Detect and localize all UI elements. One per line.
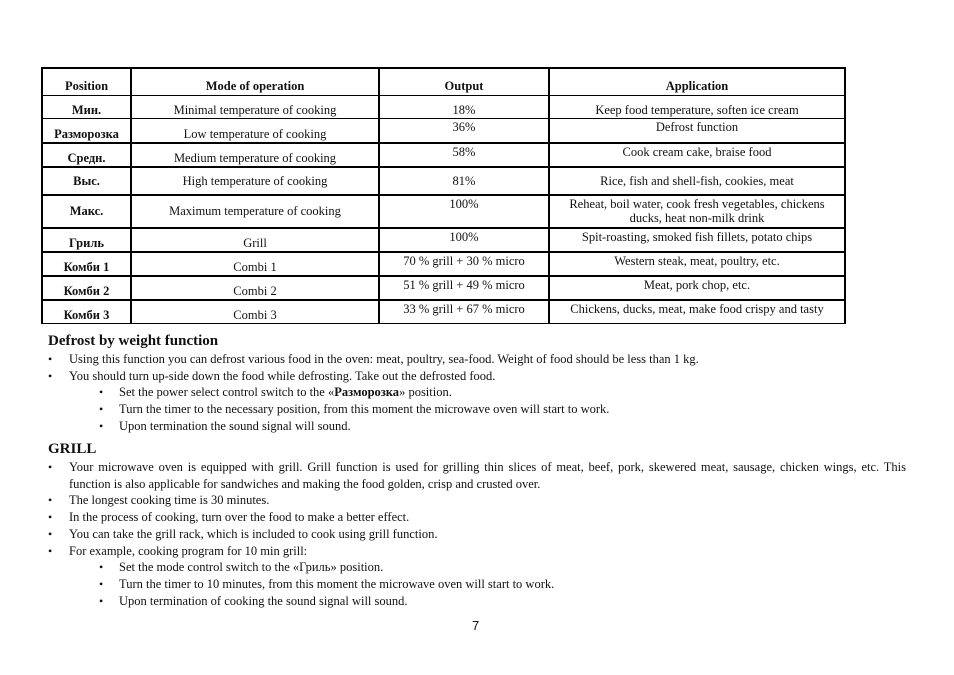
cell-mode: Minimal temperature of cooking <box>130 95 380 119</box>
table-row: Макс. Maximum temperature of cooking 100… <box>41 193 846 228</box>
cell-mode: Maximum temperature of cooking <box>130 193 380 228</box>
cell-position: Мин. <box>41 95 132 119</box>
cell-output: 51 % grill + 49 % micro <box>378 274 550 300</box>
bullet-icon: • <box>99 402 104 417</box>
bullet-icon: • <box>99 576 104 591</box>
list-item-text: Upon termination of cooking the sound si… <box>119 593 408 608</box>
list-item: • In the process of cooking, turn over t… <box>0 509 906 526</box>
power-levels-table: Position Mode of operation Output Applic… <box>41 67 846 324</box>
table-row: Разморозка Low temperature of cooking 36… <box>41 118 846 143</box>
list-item-text: Set the power select control switch to t… <box>119 385 452 400</box>
cell-mode: Low temperature of cooking <box>130 118 380 143</box>
list-item-text: The longest cooking time is 30 minutes. <box>69 493 270 508</box>
bullet-icon: • <box>99 385 104 400</box>
bullet-icon: • <box>48 526 53 541</box>
cell-output: 18% <box>378 95 550 119</box>
list-item: • Your microwave oven is equipped with g… <box>0 459 906 492</box>
table-row: Средн. Medium temperature of cooking 58%… <box>41 141 846 167</box>
cell-mode: Combi 3 <box>130 298 380 324</box>
list-item: • Using this function you can defrost va… <box>0 351 906 368</box>
cell-application: Cook cream cake, braise food <box>548 141 846 167</box>
cell-mode: Combi 2 <box>130 274 380 300</box>
cell-position: Комби 2 <box>41 274 132 300</box>
list-item-text: Using this function you can defrost vari… <box>69 352 699 366</box>
grill-section-title: GRILL <box>48 441 97 457</box>
list-item-text: You should turn up-side down the food wh… <box>69 368 496 383</box>
list-item: • Set the mode control switch to the «Гр… <box>0 559 906 576</box>
list-item: • Upon termination of cooking the sound … <box>0 593 906 610</box>
cell-mode: Grill <box>130 226 380 252</box>
defrost-bullet-list: • Using this function you can defrost va… <box>0 351 906 435</box>
bullet-icon: • <box>99 560 104 575</box>
list-item-text: Upon termination the sound signal will s… <box>119 418 351 433</box>
cell-output: 100% <box>378 226 550 252</box>
bullet-icon: • <box>48 493 53 508</box>
cell-output: 58% <box>378 141 550 167</box>
grill-bullet-list: • Your microwave oven is equipped with g… <box>0 459 906 609</box>
table-row: Мин. Minimal temperature of cooking 18% … <box>41 95 846 119</box>
bullet-icon: • <box>48 510 53 525</box>
header-output: Output <box>378 67 550 96</box>
manual-page: Position Mode of operation Output Applic… <box>0 0 954 675</box>
cell-position: Выс. <box>41 165 132 195</box>
cell-application: Chickens, ducks, meat, make food crispy … <box>548 298 846 324</box>
cell-application: Rice, fish and shell-fish, cookies, meat <box>548 165 846 195</box>
cell-mode: Medium temperature of cooking <box>130 141 380 167</box>
cell-position: Средн. <box>41 141 132 167</box>
cell-output: 33 % grill + 67 % micro <box>378 298 550 324</box>
cell-output: 100% <box>378 193 550 228</box>
list-item-text: Set the mode control switch to the «Грил… <box>119 560 384 575</box>
bullet-icon: • <box>48 460 53 474</box>
table-row: Комби 1 Combi 1 70 % grill + 30 % micro … <box>41 250 846 276</box>
cell-output: 81% <box>378 165 550 195</box>
list-item-text: Turn the timer to 10 minutes, from this … <box>119 576 555 591</box>
header-application: Application <box>548 67 846 96</box>
list-item-text: Your microwave oven is equipped with gri… <box>69 460 906 491</box>
cell-application: Meat, pork chop, etc. <box>548 274 846 300</box>
table-row: Комби 2 Combi 2 51 % grill + 49 % micro … <box>41 274 846 300</box>
cell-mode: Combi 1 <box>130 250 380 276</box>
list-item: • Turn the timer to 10 minutes, from thi… <box>0 576 906 593</box>
table-row: Гриль Grill 100% Spit-roasting, smoked f… <box>41 226 846 252</box>
list-item: • Turn the timer to the necessary positi… <box>0 401 906 418</box>
cell-application: Reheat, boil water, cook fresh vegetable… <box>548 193 846 228</box>
bullet-icon: • <box>48 368 53 383</box>
page-number: 7 <box>472 618 480 633</box>
table-header-row: Position Mode of operation Output Applic… <box>41 67 846 96</box>
header-position: Position <box>41 67 132 96</box>
list-item: • Upon termination the sound signal will… <box>0 418 906 435</box>
list-item-text: Turn the timer to the necessary position… <box>119 402 610 417</box>
cell-position: Разморозка <box>41 118 132 143</box>
cell-position: Комби 1 <box>41 250 132 276</box>
list-item: • You can take the grill rack, which is … <box>0 526 906 543</box>
defrost-section-title: Defrost by weight function <box>48 333 219 349</box>
cell-position: Комби 3 <box>41 298 132 324</box>
bullet-icon: • <box>99 418 104 433</box>
list-item: • You should turn up-side down the food … <box>0 368 906 385</box>
bullet-icon: • <box>99 593 104 608</box>
list-item: • The longest cooking time is 30 minutes… <box>0 492 906 509</box>
cell-application: Western steak, meat, poultry, etc. <box>548 250 846 276</box>
cell-mode: High temperature of cooking <box>130 165 380 195</box>
cell-application: Keep food temperature, soften ice cream <box>548 95 846 119</box>
list-item: • For example, cooking program for 10 mi… <box>0 543 906 560</box>
cell-application: Defrost function <box>548 118 846 143</box>
cell-position: Гриль <box>41 226 132 252</box>
list-item: • Set the power select control switch to… <box>0 384 906 401</box>
cell-output: 36% <box>378 118 550 143</box>
cell-application: Spit-roasting, smoked fish fillets, pota… <box>548 226 846 252</box>
list-item-text: You can take the grill rack, which is in… <box>69 526 438 541</box>
cell-output: 70 % grill + 30 % micro <box>378 250 550 276</box>
list-item-text: In the process of cooking, turn over the… <box>69 510 410 525</box>
table-row: Комби 3 Combi 3 33 % grill + 67 % micro … <box>41 298 846 324</box>
list-item-text: For example, cooking program for 10 min … <box>69 543 308 558</box>
cell-position: Макс. <box>41 193 132 228</box>
bullet-icon: • <box>48 543 53 558</box>
bullet-icon: • <box>48 352 53 366</box>
header-mode: Mode of operation <box>130 67 380 96</box>
table-row: Выс. High temperature of cooking 81% Ric… <box>41 165 846 195</box>
